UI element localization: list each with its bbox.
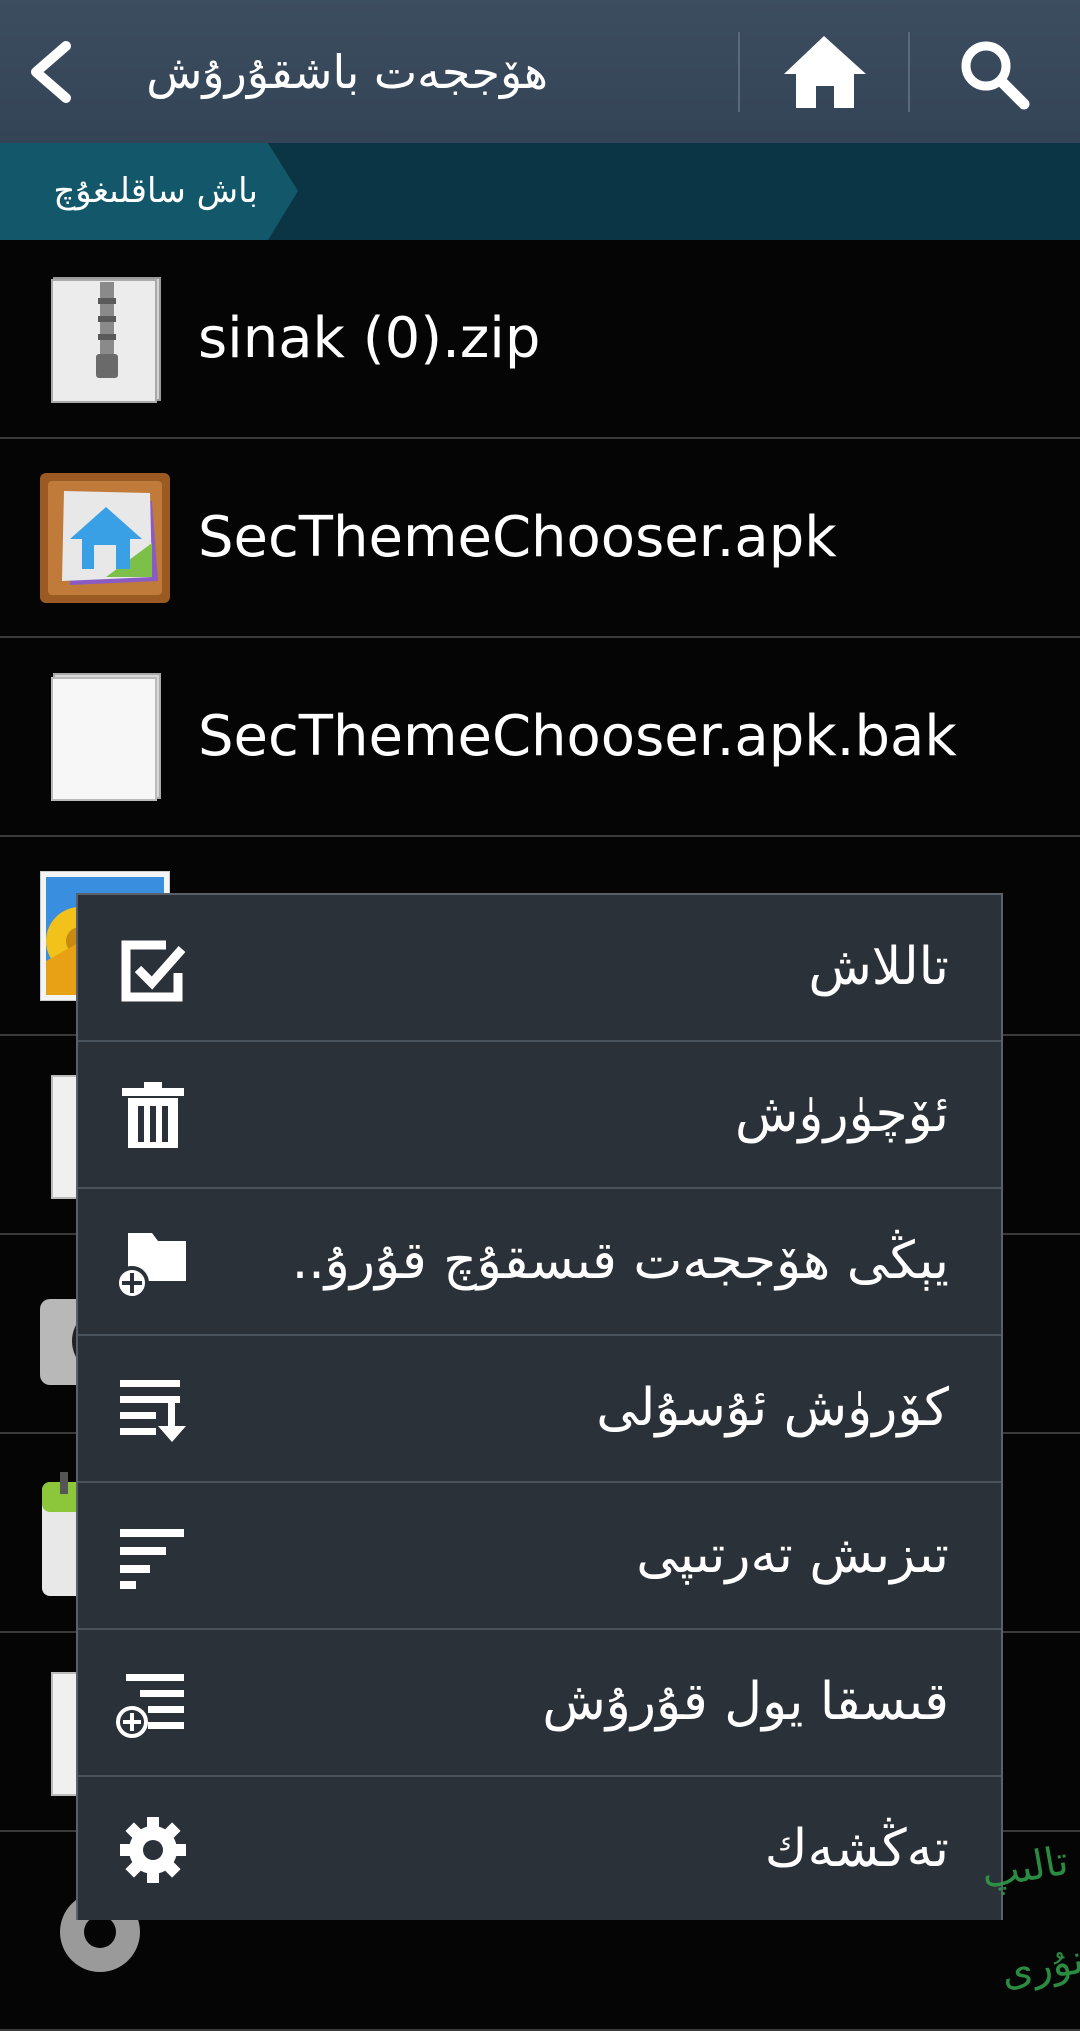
menu-item-settings[interactable]: تەڭشەك (78, 1777, 1001, 1924)
back-button[interactable] (18, 30, 88, 114)
theme-app-icon (40, 473, 170, 603)
divider (908, 32, 910, 112)
home-button[interactable] (752, 22, 897, 122)
breadcrumb-item-root[interactable]: باش ساقلىغۇچ (0, 143, 298, 240)
menu-item-label: تەڭشەك (764, 1819, 949, 1879)
breadcrumb-label: باش ساقلىغۇچ (53, 171, 258, 211)
trash-icon (116, 1078, 190, 1152)
sort-icon (116, 1519, 190, 1593)
file-name: SecThemeChooser.apk.bak (198, 704, 957, 769)
blank-file-icon (40, 672, 170, 802)
menu-item-new-folder[interactable]: يېڭى ھۆججەت قىسقۇچ قۇرۇ.. (78, 1189, 1001, 1336)
list-item[interactable]: SecThemeChooser.apk (0, 439, 1080, 638)
home-icon (784, 36, 866, 108)
view-mode-icon (116, 1372, 190, 1446)
checkbox-icon (116, 931, 190, 1005)
menu-item-label: يېڭى ھۆججەت قىسقۇچ قۇرۇ.. (291, 1231, 949, 1291)
watermark-logo: تالىپ نۇرى (978, 1837, 1080, 1997)
context-menu: تاللاش ئۆچۈرۈش يېڭى ھۆججەت قىسقۇچ قۇرۇ.. (76, 893, 1003, 1920)
new-folder-icon (115, 1225, 190, 1300)
gear-icon (116, 1813, 190, 1887)
zip-file-icon (40, 274, 170, 404)
menu-item-label: كۆرۈش ئۇسۇلى (596, 1378, 949, 1438)
list-item[interactable]: sinak (0).zip (0, 240, 1080, 439)
menu-item-delete[interactable]: ئۆچۈرۈش (78, 1042, 1001, 1189)
action-bar: ھۆججەت باشقۇرۇش (0, 0, 1080, 145)
app-title: ھۆججەت باشقۇرۇش (146, 45, 548, 99)
menu-item-view-mode[interactable]: كۆرۈش ئۇسۇلى (78, 1336, 1001, 1483)
divider (738, 32, 740, 112)
menu-item-label: تاللاش (808, 937, 949, 997)
add-shortcut-icon (116, 1666, 190, 1740)
chevron-left-icon (31, 41, 71, 103)
menu-item-label: تىزىش تەرتىپى (636, 1525, 949, 1585)
menu-item-add-shortcut[interactable]: قىسقا يول قۇرۇش (78, 1630, 1001, 1777)
search-icon (961, 41, 1030, 110)
menu-item-select[interactable]: تاللاش (78, 895, 1001, 1042)
file-name: SecThemeChooser.apk (198, 505, 837, 570)
search-button[interactable] (920, 22, 1070, 122)
menu-item-label: قىسقا يول قۇرۇش (542, 1672, 949, 1732)
menu-item-sort[interactable]: تىزىش تەرتىپى (78, 1483, 1001, 1630)
breadcrumb: باش ساقلىغۇچ (0, 143, 1080, 240)
menu-item-label: ئۆچۈرۈش (734, 1084, 949, 1144)
file-name: sinak (0).zip (198, 306, 541, 371)
list-item[interactable]: SecThemeChooser.apk.bak (0, 638, 1080, 837)
